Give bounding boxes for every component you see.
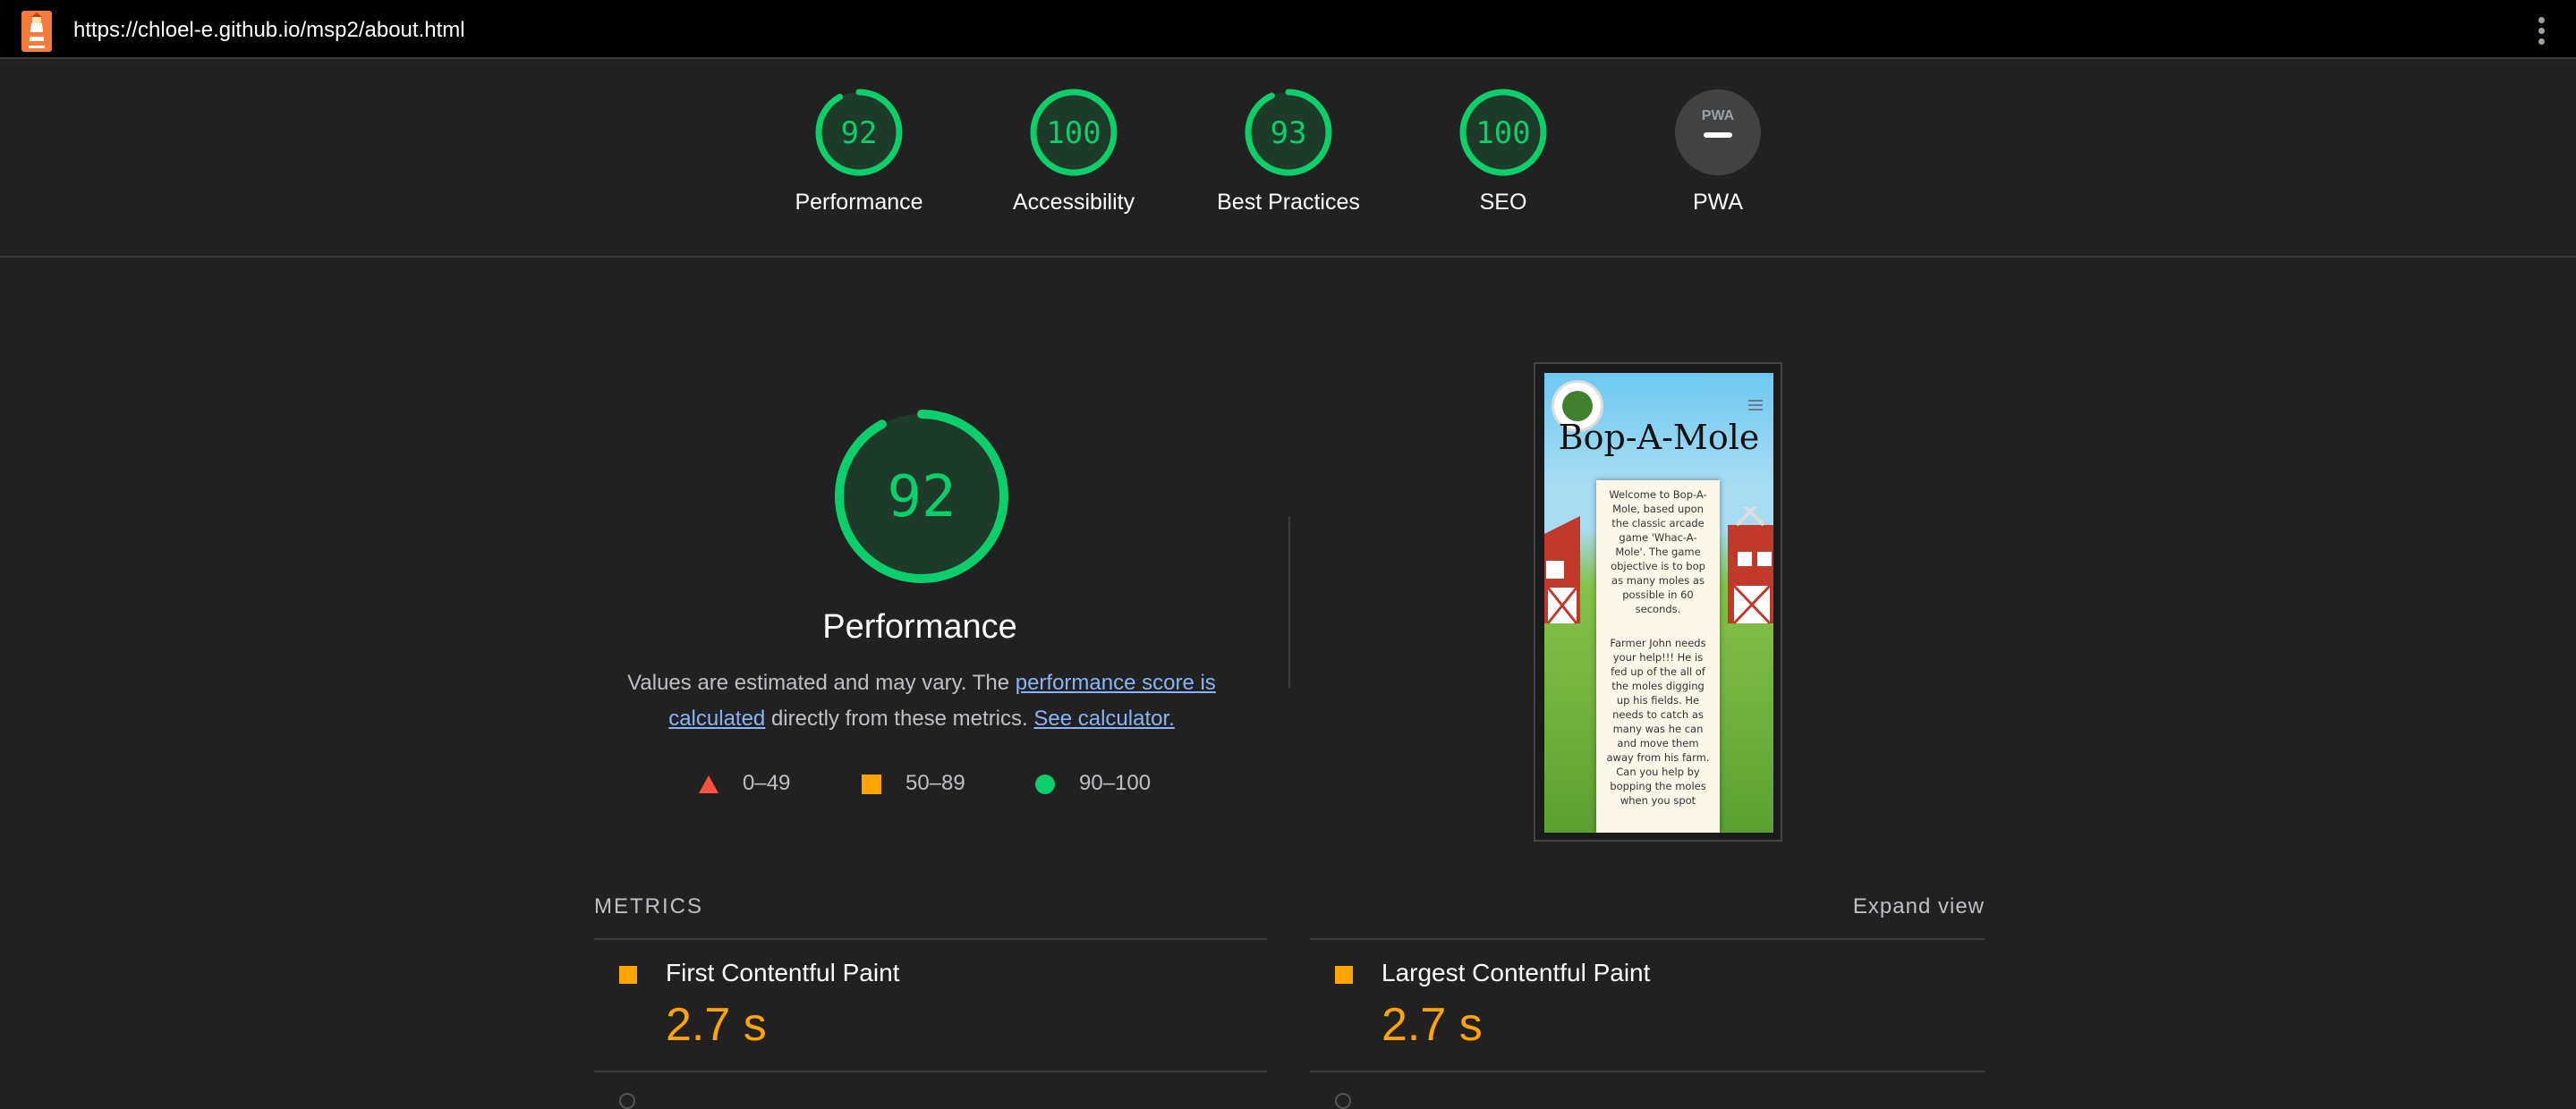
vertical-divider (1288, 516, 1290, 688)
final-screenshot[interactable]: Bop-A-Mole Welcome to Bop-A-Mole, based … (1534, 362, 1782, 842)
average-square-icon (1335, 966, 1353, 984)
square-icon (862, 775, 881, 794)
metrics-header: METRICS Expand view (594, 894, 1985, 937)
average-square-icon (619, 966, 637, 984)
expand-view-toggle[interactable]: Expand view (1853, 894, 1985, 919)
metrics-divider (1310, 938, 1985, 940)
site-title: Bop-A-Mole (1558, 418, 1760, 457)
metrics-divider (1310, 1071, 1985, 1072)
performance-title: Performance (822, 608, 1017, 646)
performance-gauge-icon: 92 (815, 89, 903, 176)
gauge-pwa[interactable]: PWA PWA (1628, 88, 1807, 216)
intro-paragraph: Welcome to Bop-A-Mole, based upon the cl… (1609, 488, 1707, 615)
hamburger-menu-icon (1748, 400, 1763, 413)
performance-hero-gauge: 92 (835, 410, 1008, 583)
page-url[interactable]: https://chloel-e.github.io/msp2/about.ht… (73, 18, 465, 43)
gauge-accessibility[interactable]: 100 Accessibility (984, 88, 1163, 216)
gauge-score: 100 (1046, 115, 1101, 151)
best-practices-gauge-icon: 93 (1245, 89, 1332, 176)
performance-score: 92 (887, 464, 956, 530)
lighthouse-logo-icon (21, 11, 52, 52)
metric-value: 2.7 s (666, 999, 767, 1051)
metrics-divider (594, 938, 1267, 940)
more-options-icon[interactable] (2538, 17, 2547, 45)
metric-name: First Contentful Paint (666, 959, 900, 986)
desc-middle: directly from these metrics. (765, 707, 1034, 731)
gauge-label: Accessibility (1012, 190, 1135, 215)
accessibility-gauge-icon: 100 (1030, 89, 1118, 176)
metrics-divider (594, 1071, 1267, 1072)
pwa-badge-icon: PWA (1675, 89, 1761, 175)
pwa-badge-text: PWA (1702, 108, 1735, 123)
legend-range: 50–89 (905, 771, 965, 795)
metric-status-icon (619, 1093, 635, 1109)
gauge-score: 93 (1271, 115, 1307, 151)
browser-top-bar: https://chloel-e.github.io/msp2/about.ht… (0, 0, 2576, 59)
metric-value: 2.7 s (1382, 999, 1483, 1051)
gauge-label: SEO (1479, 190, 1527, 215)
page-screenshot: Bop-A-Mole Welcome to Bop-A-Mole, based … (1544, 373, 1773, 833)
see-calculator-link[interactable]: See calculator. (1033, 707, 1174, 731)
gauge-score: 92 (841, 115, 878, 151)
metric-name: Largest Contentful Paint (1382, 959, 1651, 986)
gauge-performance[interactable]: 92 Performance (769, 88, 948, 216)
performance-description: Values are estimated and may vary. The p… (608, 665, 1235, 737)
legend-range: 0–49 (743, 771, 791, 795)
circle-icon (1035, 775, 1055, 794)
legend-range: 90–100 (1079, 771, 1152, 795)
story-paragraph: Farmer John needs your help!!! He is fed… (1606, 637, 1710, 807)
category-gauges: 92 Performance 100 Accessibility 93 Best… (0, 59, 2576, 258)
gauge-score: 100 (1475, 115, 1530, 151)
seo-gauge-icon: 100 (1459, 89, 1547, 176)
metrics-title: METRICS (594, 894, 703, 919)
gauge-best-practices[interactable]: 93 Best Practices (1199, 88, 1378, 216)
gauge-label: Best Practices (1217, 190, 1360, 215)
desc-prefix: Values are estimated and may vary. The (627, 671, 1016, 695)
triangle-icon (699, 775, 718, 793)
gauge-label: PWA (1692, 190, 1744, 215)
gauge-label: Performance (795, 190, 923, 215)
gauge-seo[interactable]: 100 SEO (1414, 88, 1593, 216)
intro-text-panel: Welcome to Bop-A-Mole, based upon the cl… (1596, 480, 1720, 833)
metric-status-icon (1335, 1093, 1351, 1109)
